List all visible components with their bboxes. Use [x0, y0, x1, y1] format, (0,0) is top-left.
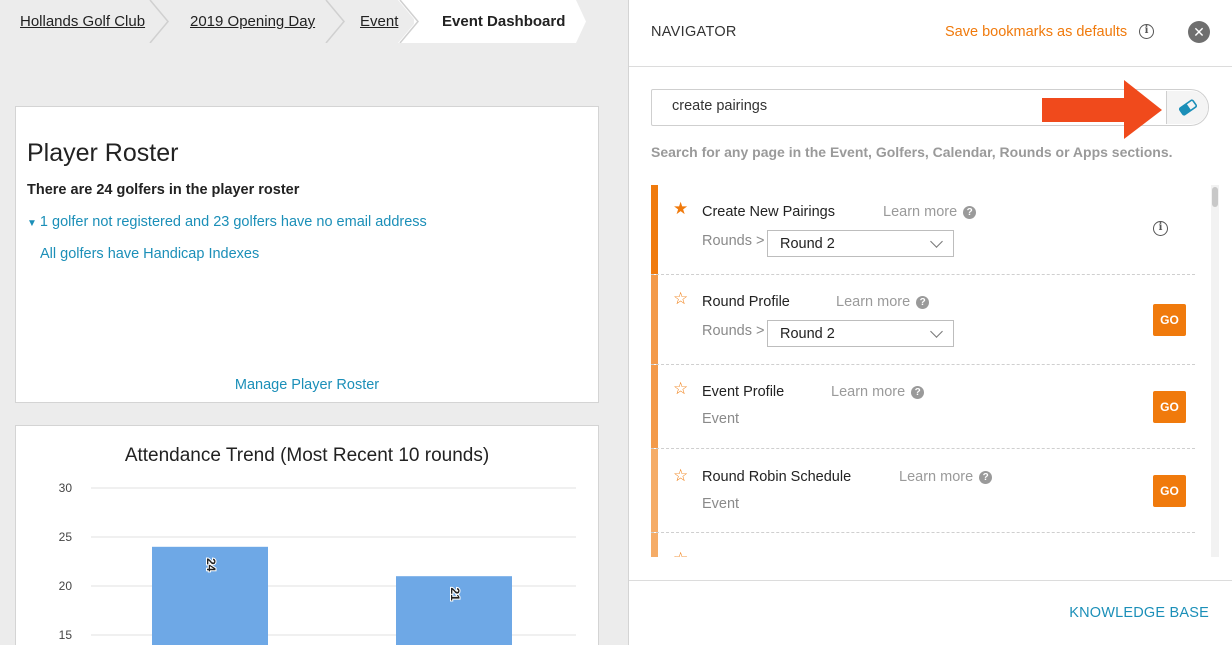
breadcrumb-separator: [325, 0, 345, 43]
result-accent-bar: [651, 449, 658, 532]
star-outline-icon[interactable]: ☆: [673, 289, 688, 309]
breadcrumb-arrow-end: [572, 0, 586, 43]
dashboard-pane: Hollands Golf Club 2019 Opening Day Even…: [0, 0, 628, 645]
result-name[interactable]: Round Profile: [702, 294, 790, 310]
close-button[interactable]: ✕: [1188, 21, 1210, 43]
result-accent-bar: [651, 533, 658, 557]
go-button[interactable]: GO: [1153, 304, 1186, 336]
result-name[interactable]: Round Robin Schedule: [702, 469, 851, 485]
roster-title: Player Roster: [27, 139, 179, 167]
bar-data-label: 24: [204, 558, 218, 572]
result-accent-bar: [651, 275, 658, 364]
round-select[interactable]: Round 2: [767, 320, 954, 347]
attendance-chart: 30 25 20 15 24 21: [59, 481, 576, 645]
knowledge-base-link[interactable]: KNOWLEDGE BASE: [1069, 605, 1209, 621]
breadcrumb-event-name[interactable]: 2019 Opening Day: [190, 0, 315, 43]
result-section: Event: [702, 496, 740, 512]
breadcrumb-separator: [149, 0, 169, 43]
result-partial[interactable]: ☆: [651, 533, 1195, 557]
manage-roster-link[interactable]: Manage Player Roster: [16, 377, 598, 393]
y-tick-label: 20: [59, 579, 73, 593]
result-event-profile[interactable]: ☆ Event Profile Learn more ? Event GO: [651, 365, 1195, 449]
star-outline-icon[interactable]: ☆: [673, 549, 688, 557]
result-accent-bar: [651, 185, 658, 274]
question-icon: ?: [979, 471, 993, 484]
annotation-arrow-icon: [1042, 80, 1162, 139]
info-icon[interactable]: i: [1139, 24, 1154, 39]
info-icon[interactable]: i: [1153, 221, 1168, 236]
roster-count: There are 24 golfers in the player roste…: [27, 182, 300, 198]
clear-search-button[interactable]: [1166, 91, 1208, 124]
chart-bar[interactable]: [396, 576, 512, 645]
result-name[interactable]: Event Profile: [702, 384, 784, 400]
search-input[interactable]: [672, 98, 1072, 114]
breadcrumb-separator: [398, 0, 419, 43]
navigator-footer: KNOWLEDGE BASE: [629, 580, 1232, 645]
star-outline-icon[interactable]: ☆: [673, 466, 688, 486]
eraser-icon: [1178, 99, 1198, 116]
y-tick-label: 30: [59, 481, 73, 495]
roster-warning-text: 1 golfer not registered and 23 golfers h…: [39, 214, 427, 230]
attendance-chart-card: Attendance Trend (Most Recent 10 rounds)…: [15, 425, 599, 645]
navigator-title: NAVIGATOR: [651, 24, 737, 40]
result-round-profile[interactable]: ☆ Round Profile Learn more ? Rounds > Ro…: [651, 275, 1195, 365]
search-hint: Search for any page in the Event, Golfer…: [651, 144, 1173, 160]
breadcrumb-club[interactable]: Hollands Golf Club: [20, 0, 145, 43]
round-select[interactable]: Round 2: [767, 230, 954, 257]
roster-warning-toggle[interactable]: ▼ 1 golfer not registered and 23 golfers …: [27, 214, 427, 230]
learn-more-link[interactable]: Learn more ?: [883, 204, 977, 220]
star-outline-icon[interactable]: ☆: [673, 379, 688, 399]
results-scrollbar[interactable]: [1211, 185, 1219, 557]
y-tick-label: 25: [59, 530, 73, 544]
question-icon: ?: [911, 386, 925, 399]
question-icon: ?: [963, 206, 977, 219]
handicap-status-link[interactable]: All golfers have Handicap Indexes: [40, 246, 259, 262]
result-name[interactable]: Create New Pairings: [702, 204, 835, 220]
result-section: Rounds >: [702, 323, 765, 339]
search-results-list: ★ Create New Pairings Learn more ? Round…: [651, 185, 1205, 557]
learn-more-link[interactable]: Learn more ?: [836, 294, 930, 310]
result-accent-bar: [651, 365, 658, 448]
question-icon: ?: [916, 296, 930, 309]
scrollbar-thumb[interactable]: [1212, 187, 1218, 207]
result-round-robin-schedule[interactable]: ☆ Round Robin Schedule Learn more ? Even…: [651, 449, 1195, 533]
player-roster-card: Player Roster There are 24 golfers in th…: [15, 106, 599, 403]
save-bookmarks-link[interactable]: Save bookmarks as defaults: [945, 24, 1127, 40]
breadcrumb-event[interactable]: Event: [360, 0, 398, 43]
result-section: Rounds >: [702, 233, 765, 249]
caret-down-icon: ▼: [27, 218, 37, 229]
chevron-down-icon: [930, 325, 943, 338]
breadcrumb-current: Event Dashboard: [442, 13, 566, 30]
result-section: Event: [702, 411, 740, 427]
chevron-down-icon: [930, 235, 943, 248]
learn-more-link[interactable]: Learn more ?: [831, 384, 925, 400]
result-create-new-pairings[interactable]: ★ Create New Pairings Learn more ? Round…: [651, 185, 1195, 275]
breadcrumb: Hollands Golf Club 2019 Opening Day Even…: [0, 0, 628, 43]
bar-data-label: 21: [448, 588, 462, 602]
go-button[interactable]: GO: [1153, 391, 1186, 423]
close-icon: ✕: [1193, 24, 1205, 40]
y-tick-label: 15: [59, 628, 73, 642]
star-filled-icon[interactable]: ★: [673, 199, 688, 219]
navigator-header: NAVIGATOR Save bookmarks as defaults i ✕: [629, 0, 1232, 67]
go-button[interactable]: GO: [1153, 475, 1186, 507]
learn-more-link[interactable]: Learn more ?: [899, 469, 993, 485]
